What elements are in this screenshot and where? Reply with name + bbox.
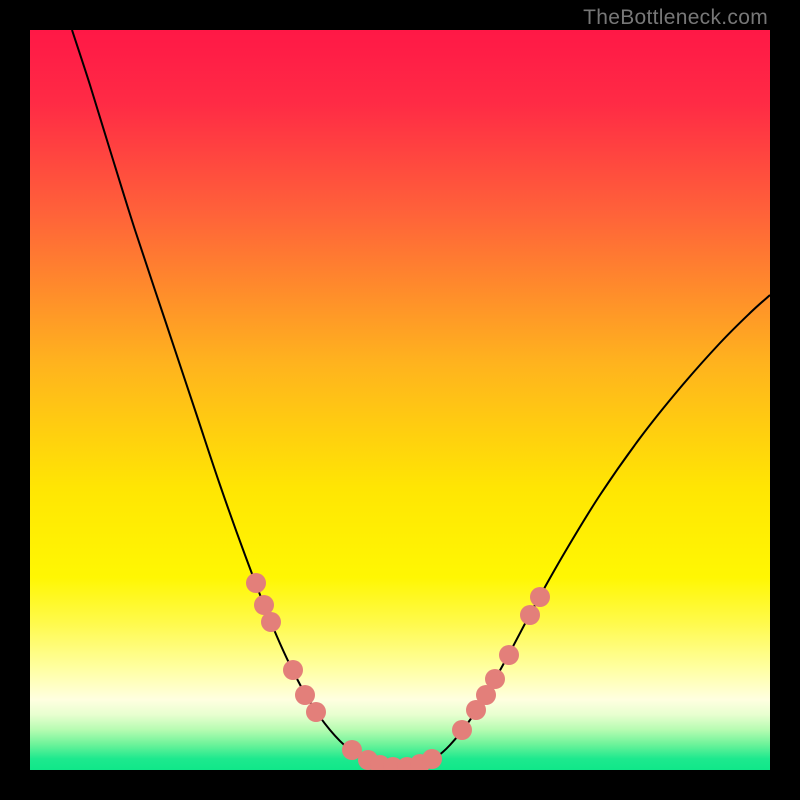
curve-marker [246, 573, 266, 593]
curve-markers [246, 573, 550, 770]
chart-frame [30, 30, 770, 770]
curve-marker [422, 749, 442, 769]
bottleneck-curve [72, 30, 770, 768]
chart-plot [30, 30, 770, 770]
curve-marker [306, 702, 326, 722]
watermark-text: TheBottleneck.com [583, 6, 768, 30]
curve-marker [485, 669, 505, 689]
curve-marker [520, 605, 540, 625]
curve-marker [261, 612, 281, 632]
curve-marker [452, 720, 472, 740]
curve-marker [499, 645, 519, 665]
curve-marker [530, 587, 550, 607]
curve-marker [295, 685, 315, 705]
curve-marker [283, 660, 303, 680]
